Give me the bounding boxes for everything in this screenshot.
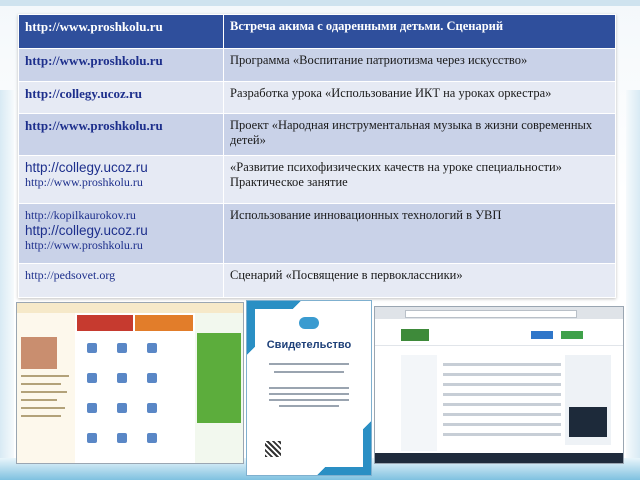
resources-table: http://www.proshkolu.ru Встреча акима с … [18, 14, 616, 298]
taskbar [375, 453, 623, 463]
link-cell: http://kopilkaurokov.ru http://collegy.u… [18, 203, 224, 264]
qr-code-icon [265, 441, 281, 457]
certificate-text-line [269, 399, 349, 401]
certificate-text-line [269, 387, 349, 389]
portal-folder-icon [117, 403, 127, 413]
site-list-row [443, 363, 561, 366]
link-proshkolu[interactable]: http://www.proshkolu.ru [25, 19, 217, 34]
site-logo [401, 329, 429, 341]
certificate-text-line [279, 405, 339, 407]
right-decor-band [626, 90, 640, 480]
site-sidebar [401, 355, 437, 451]
portal-screenshot-thumbnail [16, 302, 244, 464]
top-band [0, 0, 640, 6]
portal-folder-icon [87, 433, 97, 443]
portal-text-line [21, 375, 69, 377]
title-cell: Сценарий «Посвящение в первоклассники» [223, 263, 616, 298]
link-proshkolu[interactable]: http://www.proshkolu.ru [25, 53, 217, 68]
portal-folder-icon [147, 373, 157, 383]
site-list-row [443, 413, 561, 416]
browser-screenshot-thumbnail [374, 306, 624, 464]
site-list-row [443, 403, 561, 406]
link-collegy[interactable]: http://collegy.ucoz.ru [25, 223, 217, 238]
portal-avatar-photo [21, 337, 57, 369]
portal-text-line [21, 391, 67, 393]
portal-text-line [21, 407, 65, 409]
table-row: http://www.proshkolu.ru Встреча акима с … [18, 14, 616, 49]
portal-left-column [17, 313, 75, 463]
certificate-text-line [269, 363, 349, 365]
portal-header-strip [17, 303, 243, 313]
title-cell: Программа «Воспитание патриотизма через … [223, 48, 616, 82]
portal-folder-icon [87, 373, 97, 383]
site-ad-banner [569, 407, 607, 437]
site-header-button [561, 331, 583, 339]
link-pedsovet[interactable]: http://pedsovet.org [25, 268, 217, 283]
portal-text-line [21, 383, 61, 385]
browser-address-bar [405, 310, 577, 318]
table-row: http://collegy.ucoz.ru Разработка урока … [18, 81, 616, 114]
portal-text-line [21, 399, 57, 401]
site-list-row [443, 393, 561, 396]
portal-folder-icon [147, 433, 157, 443]
table-row: http://www.proshkolu.ru Проект «Народная… [18, 113, 616, 156]
table-row: http://pedsovet.org Сценарий «Посвящение… [18, 263, 616, 298]
site-list-row [443, 423, 561, 426]
certificate-title: Свидетельство [266, 339, 352, 351]
link-proshkolu[interactable]: http://www.proshkolu.ru [25, 238, 217, 253]
link-proshkolu[interactable]: http://www.proshkolu.ru [25, 118, 217, 133]
site-header-button [531, 331, 553, 339]
table-row: http://www.proshkolu.ru Программа «Воспи… [18, 48, 616, 82]
portal-folder-icon [87, 403, 97, 413]
certificate-thumbnail: Свидетельство [246, 300, 372, 476]
table-row: http://kopilkaurokov.ru http://collegy.u… [18, 203, 616, 264]
link-cell: http://www.proshkolu.ru [18, 14, 224, 49]
link-cell: http://pedsovet.org [18, 263, 224, 298]
portal-text-line [21, 415, 61, 417]
link-cell: http://www.proshkolu.ru [18, 48, 224, 82]
table-row: http://collegy.ucoz.ru http://www.proshk… [18, 155, 616, 204]
portal-banner [77, 315, 133, 331]
link-cell: http://collegy.ucoz.ru http://www.proshk… [18, 155, 224, 204]
link-proshkolu[interactable]: http://www.proshkolu.ru [25, 175, 217, 190]
title-cell: Разработка урока «Использование ИКТ на у… [223, 81, 616, 114]
title-cell: Использование инновационных технологий в… [223, 203, 616, 264]
portal-folder-icon [117, 373, 127, 383]
certificate-text-line [269, 393, 349, 395]
portal-green-ad [197, 333, 241, 423]
portal-banner [135, 315, 193, 331]
link-cell: http://www.proshkolu.ru [18, 113, 224, 156]
certificate-logo [299, 317, 319, 329]
portal-folder-icon [117, 343, 127, 353]
link-kopilkaurokov[interactable]: http://kopilkaurokov.ru [25, 208, 217, 223]
title-cell: Встреча акима с одаренными детьми. Сцена… [223, 14, 616, 49]
link-collegy[interactable]: http://collegy.ucoz.ru [25, 160, 217, 175]
portal-folder-icon [117, 433, 127, 443]
certificate-text-line [274, 371, 344, 373]
portal-folder-icon [87, 343, 97, 353]
site-list-row [443, 433, 561, 436]
portal-folder-icon [147, 343, 157, 353]
link-cell: http://collegy.ucoz.ru [18, 81, 224, 114]
portal-folder-icon [147, 403, 157, 413]
left-decor-band [0, 90, 14, 480]
site-list-row [443, 383, 561, 386]
site-list-row [443, 373, 561, 376]
title-cell: «Развитие психофизических качеств на уро… [223, 155, 616, 204]
link-collegy[interactable]: http://collegy.ucoz.ru [25, 86, 217, 101]
title-cell: Проект «Народная инструментальная музыка… [223, 113, 616, 156]
